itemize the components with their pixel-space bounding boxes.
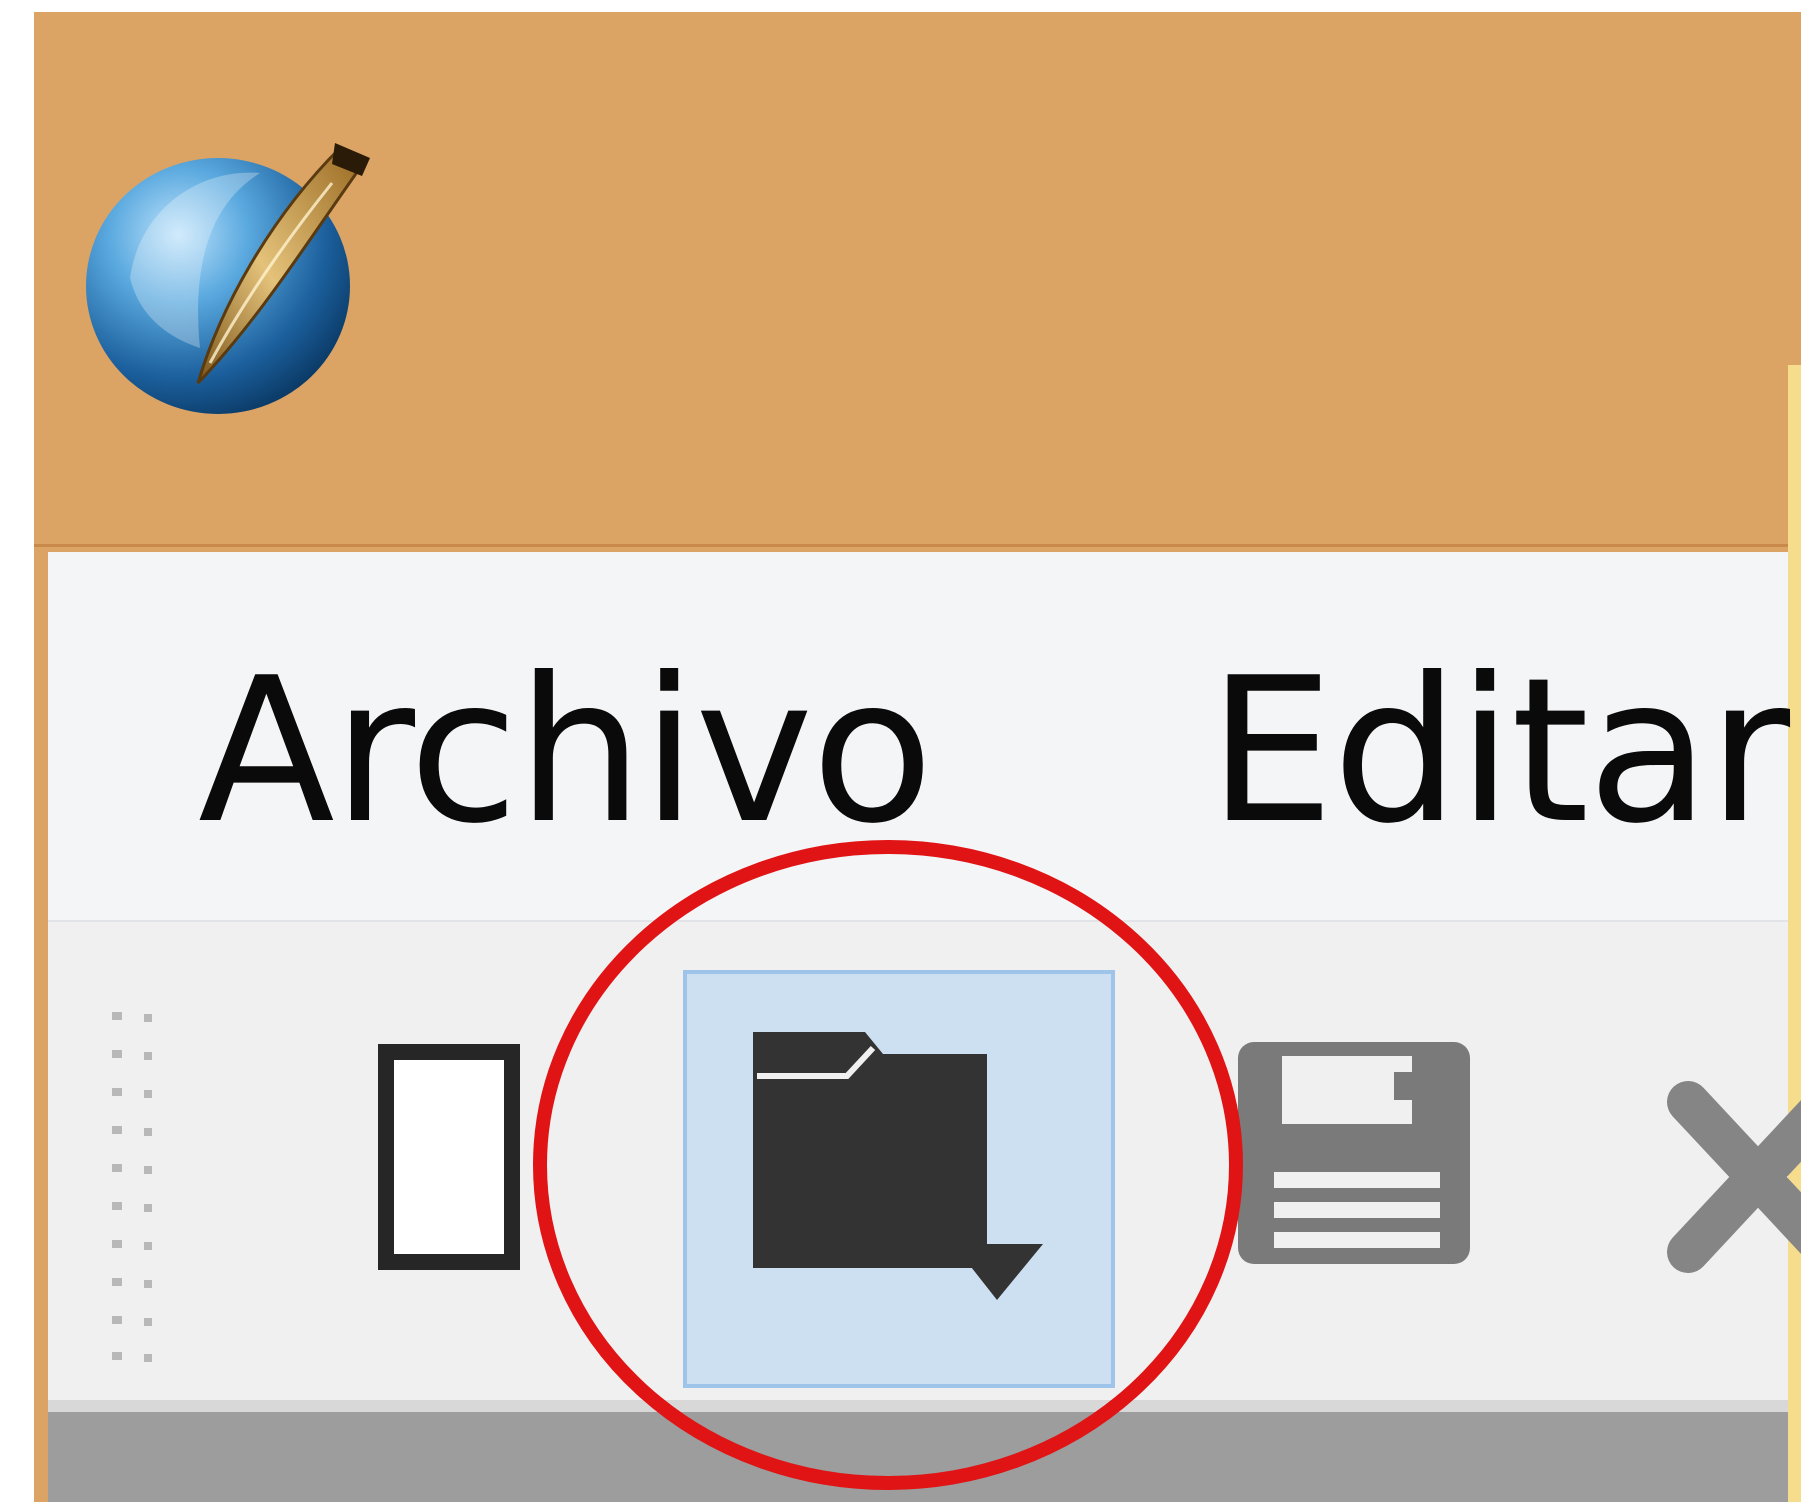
toolbar-bottom-edge [48, 1400, 1788, 1412]
open-folder-icon [753, 1032, 1043, 1300]
toolbar-grip-handle[interactable] [104, 1002, 164, 1372]
menu-item-archivo[interactable]: Archivo [198, 652, 934, 852]
menu-bar: Archivo Editar [48, 552, 1790, 922]
content-area-edge [48, 1412, 1788, 1502]
new-document-button[interactable] [328, 1042, 568, 1342]
open-folder-button[interactable] [683, 970, 1115, 1388]
toolbar [48, 922, 1801, 1400]
menu-item-editar[interactable]: Editar [1208, 652, 1790, 852]
quill-pen-globe-icon[interactable] [70, 128, 370, 418]
save-disk-icon [1238, 1042, 1470, 1264]
save-button[interactable] [1188, 1042, 1478, 1342]
close-x-icon [1667, 1081, 1801, 1273]
screenshot-stage: Archivo Editar [0, 0, 1801, 1502]
close-button[interactable] [1648, 1052, 1801, 1332]
new-document-icon [378, 1044, 520, 1270]
